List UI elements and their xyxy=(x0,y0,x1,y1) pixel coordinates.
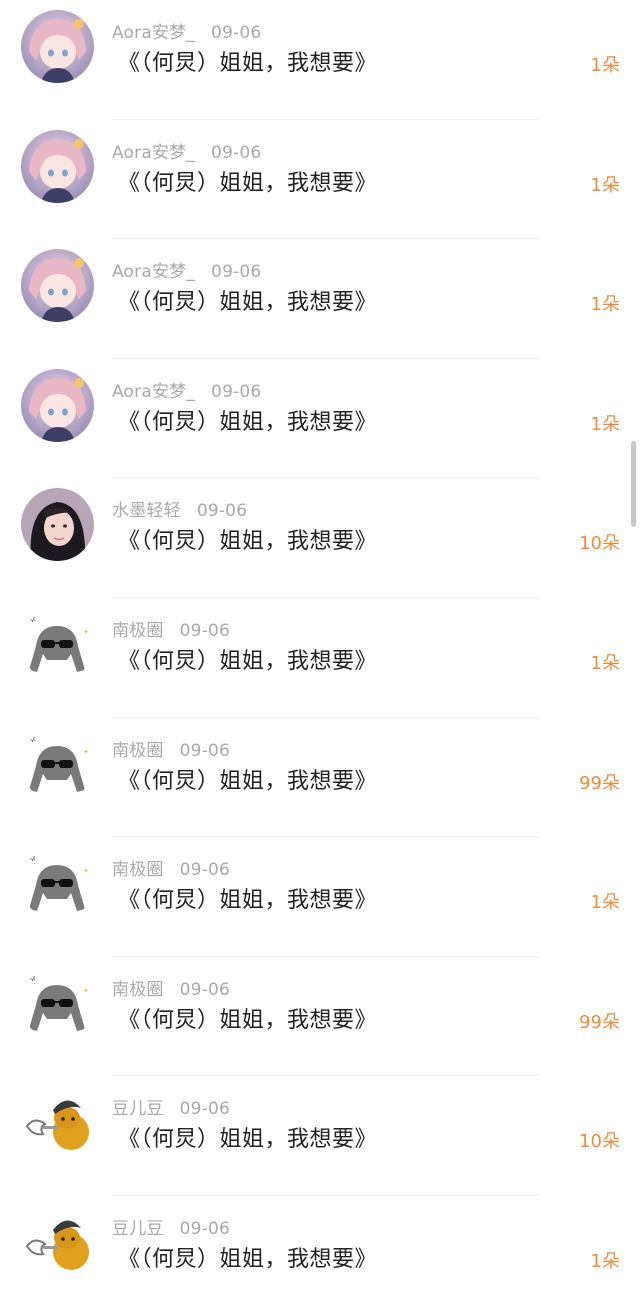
comment-date: 09-06 xyxy=(179,860,231,881)
avatar[interactable]: ✲ ✦ xyxy=(21,966,94,1040)
gift-count: 1朵 xyxy=(590,413,620,435)
comment-meta: 南极圈 09-06 xyxy=(112,975,230,1000)
svg-text:✲: ✲ xyxy=(29,615,36,624)
username[interactable]: 南极圈 xyxy=(112,621,164,641)
username[interactable]: Aora安梦_ xyxy=(112,262,195,282)
comment-date: 09-06 xyxy=(179,1099,231,1120)
comment-date: 09-06 xyxy=(179,740,231,761)
comment-date: 09-06 xyxy=(211,381,262,402)
comment-text: 《（何炅）姐姐，我想要》 xyxy=(118,768,378,794)
comment-text: 《（何炅）姐姐，我想要》 xyxy=(118,51,378,76)
gift-count: 1朵 xyxy=(590,55,620,76)
comment-text: 《（何炅）姐姐，我想要》 xyxy=(118,1007,378,1033)
svg-text:✦: ✦ xyxy=(83,867,89,875)
comment-text: 《（何炅）姐姐，我想要》 xyxy=(118,648,378,674)
avatar[interactable]: ✲ ✦ xyxy=(21,847,94,921)
svg-text:✦: ✦ xyxy=(83,628,89,636)
avatar[interactable] xyxy=(21,10,94,83)
comment-date: 09-06 xyxy=(179,979,231,1000)
comment-row[interactable]: ✲ ✦ 南极圈 09-06 《（何炅）姐姐，我想要》 99朵 xyxy=(0,718,640,838)
comment-meta: 南极圈 09-06 xyxy=(112,855,230,880)
scrollbar[interactable] xyxy=(631,441,636,527)
comment-list: Aora安梦_ 09-06 《（何炅）姐姐，我想要》 1朵 Aora安梦_ 09-0… xyxy=(0,0,640,1316)
username[interactable]: 豆儿豆 xyxy=(112,1219,164,1239)
comment-row[interactable]: 豆儿豆 09-06 《（何炅）姐姐，我想要》 1朵 xyxy=(0,1196,640,1316)
username[interactable]: 南极圈 xyxy=(112,741,164,761)
svg-text:✲: ✲ xyxy=(29,735,36,744)
comment-text: 《（何炅）姐姐，我想要》 xyxy=(118,170,378,196)
avatar[interactable] xyxy=(21,249,94,323)
comment-date: 09-06 xyxy=(179,620,231,641)
comment-meta: Aora安梦_ 09-06 xyxy=(112,377,261,402)
gift-count: 10朵 xyxy=(579,1131,620,1153)
username[interactable]: Aora安梦_ xyxy=(112,143,195,163)
gift-count: 10朵 xyxy=(579,533,620,555)
avatar[interactable]: ✲ ✦ xyxy=(21,607,94,681)
username[interactable]: 水墨轻轻 xyxy=(112,501,181,521)
svg-text:✲: ✲ xyxy=(29,854,36,863)
comment-date: 09-06 xyxy=(196,501,248,522)
comment-row[interactable]: 豆儿豆 09-06 《（何炅）姐姐，我想要》 10朵 xyxy=(0,1076,640,1196)
comment-meta: 豆儿豆 09-06 xyxy=(112,1214,230,1239)
comment-meta: 豆儿豆 09-06 xyxy=(112,1094,230,1119)
avatar[interactable] xyxy=(21,129,94,203)
comment-text: 《（何炅）姐姐，我想要》 xyxy=(118,1127,378,1153)
avatar[interactable] xyxy=(21,488,94,562)
username[interactable]: 南极圈 xyxy=(112,980,164,1000)
avatar[interactable] xyxy=(21,1205,94,1279)
gift-count: 1朵 xyxy=(590,294,620,316)
username[interactable]: 南极圈 xyxy=(112,860,164,880)
comment-row[interactable]: 水墨轻轻 09-06 《（何炅）姐姐，我想要》 10朵 xyxy=(0,478,640,598)
comment-row[interactable]: Aora安梦_ 09-06 《（何炅）姐姐，我想要》 1朵 xyxy=(0,0,640,120)
comment-text: 《（何炅）姐姐，我想要》 xyxy=(118,1246,378,1272)
gift-count: 1朵 xyxy=(590,892,620,914)
comment-text: 《（何炅）姐姐，我想要》 xyxy=(118,529,378,555)
comment-row[interactable]: Aora安梦_ 09-06 《（何炅）姐姐，我想要》 1朵 xyxy=(0,120,640,240)
comment-meta: Aora安梦_ 09-06 xyxy=(112,18,261,43)
comment-meta: 南极圈 09-06 xyxy=(112,736,230,761)
username[interactable]: Aora安梦_ xyxy=(112,23,195,43)
comment-date: 09-06 xyxy=(211,262,262,283)
gift-count: 99朵 xyxy=(579,1011,620,1033)
comment-row[interactable]: ✲ ✦ 南极圈 09-06 《（何炅）姐姐，我想要》 99朵 xyxy=(0,957,640,1077)
comment-meta: 水墨轻轻 09-06 xyxy=(112,496,247,521)
gift-count: 1朵 xyxy=(590,174,620,196)
comment-meta: Aora安梦_ 09-06 xyxy=(112,138,261,163)
svg-text:✦: ✦ xyxy=(83,987,89,995)
avatar[interactable] xyxy=(21,1086,94,1160)
avatar[interactable] xyxy=(21,368,94,442)
avatar[interactable]: ✲ ✦ xyxy=(21,727,94,801)
comment-text: 《（何炅）姐姐，我想要》 xyxy=(118,290,378,316)
comment-date: 09-06 xyxy=(179,1218,231,1239)
comment-date: 09-06 xyxy=(211,142,262,163)
username[interactable]: Aora安梦_ xyxy=(112,382,195,402)
username[interactable]: 豆儿豆 xyxy=(112,1099,164,1119)
gift-count: 1朵 xyxy=(590,652,620,674)
comment-row[interactable]: Aora安梦_ 09-06 《（何炅）姐姐，我想要》 1朵 xyxy=(0,359,640,479)
gift-count: 1朵 xyxy=(590,1250,620,1272)
svg-text:✲: ✲ xyxy=(29,974,36,983)
comment-date: 09-06 xyxy=(211,23,262,43)
comment-text: 《（何炅）姐姐，我想要》 xyxy=(118,409,378,435)
comment-row[interactable]: Aora安梦_ 09-06 《（何炅）姐姐，我想要》 1朵 xyxy=(0,239,640,359)
comment-meta: Aora安梦_ 09-06 xyxy=(112,257,261,282)
svg-text:✦: ✦ xyxy=(83,748,89,756)
comment-row[interactable]: ✲ ✦ 南极圈 09-06 《（何炅）姐姐，我想要》 1朵 xyxy=(0,598,640,718)
comment-text: 《（何炅）姐姐，我想要》 xyxy=(118,888,378,914)
comment-meta: 南极圈 09-06 xyxy=(112,616,230,641)
gift-count: 99朵 xyxy=(579,772,620,794)
comment-row[interactable]: ✲ ✦ 南极圈 09-06 《（何炅）姐姐，我想要》 1朵 xyxy=(0,837,640,957)
